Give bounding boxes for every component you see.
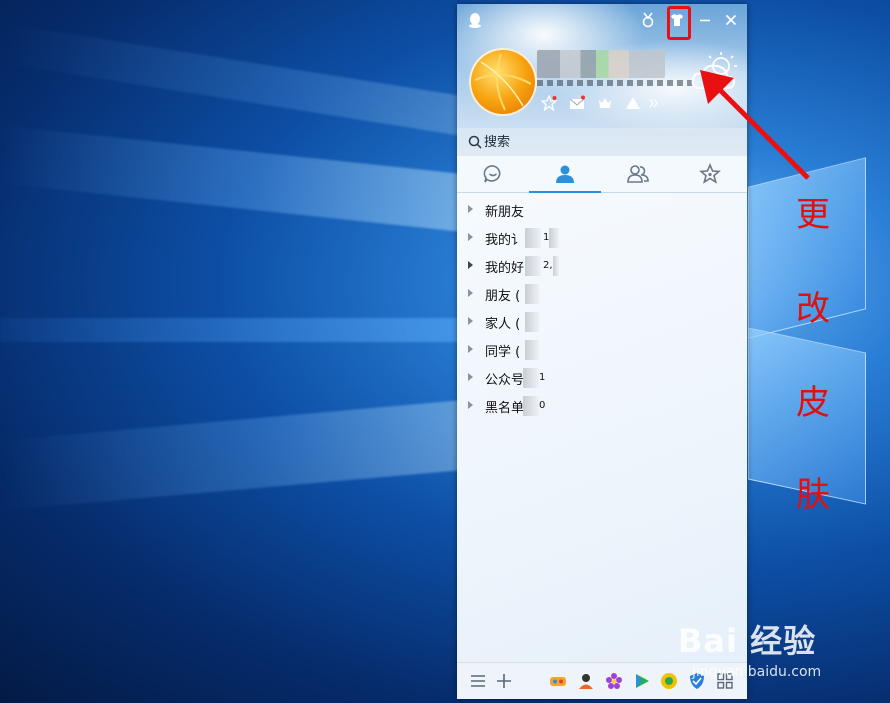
game-icon[interactable] [549,672,567,690]
group-label: 我的讠 [485,233,525,248]
baidu-jingyan-watermark: Bai 经验 jingyan.baidu.com [678,608,878,688]
expand-caret-icon [468,317,473,325]
skin-button-highlight-box [667,6,691,40]
basketball-icon [474,53,532,111]
group-row[interactable]: 公众号 1 [457,364,747,392]
blurred-text [525,284,539,304]
qq-penguin-icon[interactable] [468,12,482,28]
desktop-light-beam [0,125,470,233]
blurred-text [525,340,539,360]
qq-show-icon[interactable] [577,672,595,690]
group-row[interactable]: 同学 ( [457,336,747,364]
group-label: 黑名单 [485,401,525,416]
desktop-light-beam [0,22,470,138]
expand-caret-icon [468,289,473,297]
qzone-icon[interactable] [625,95,641,111]
watermark-url: jingyan.baidu.com [692,664,822,680]
tab-groups[interactable] [602,156,674,192]
expand-caret-icon [468,261,473,269]
group-label: 同学 ( [485,345,521,360]
title-bar [457,4,747,40]
search-icon [468,135,482,149]
avatar[interactable] [469,48,537,116]
group-row-new-friends[interactable]: 新朋友 [457,196,747,224]
annotation-char: 肤 [796,475,830,515]
annotation-char: 更 [796,195,830,235]
main-menu-icon[interactable] [469,672,487,690]
group-label: 公众号 [485,373,525,388]
add-icon[interactable] [495,672,513,690]
blurred-text [525,256,541,276]
minimize-icon[interactable] [697,12,713,28]
annotation-char: 皮 [796,383,830,423]
group-count: 1 [539,372,546,383]
flower-icon[interactable] [605,672,623,690]
group-row[interactable]: 我的好 2, [457,252,747,280]
expand-caret-icon [468,373,473,381]
group-row[interactable]: 朋友 ( [457,280,747,308]
annotation-char: 改 [796,289,830,329]
group-count: 2, [543,260,553,271]
desktop-light-beam [0,399,470,511]
group-label: 新朋友 [485,205,525,220]
desktop-light-beam [0,318,470,342]
blurred-text [523,396,539,416]
mail-icon[interactable] [569,95,585,111]
blurred-text [525,228,541,248]
blurred-text [553,256,559,276]
person-icon [556,165,574,183]
expand-caret-icon [468,205,473,213]
tab-messages[interactable] [457,156,529,192]
blurred-text [523,368,539,388]
expand-caret-icon [468,345,473,353]
group-row[interactable]: 我的讠 1 [457,224,747,252]
group-label: 家人 ( [485,317,521,332]
blurred-text [525,312,539,332]
group-row[interactable]: 家人 ( [457,308,747,336]
group-count: 0 [539,400,546,411]
blurred-text [549,228,559,248]
vip-crown-icon[interactable] [597,95,613,111]
group-label: 朋友 ( [485,289,521,304]
close-icon[interactable] [723,12,739,28]
more-chevron-icon[interactable] [649,95,659,111]
signature-blurred[interactable] [537,80,695,86]
expand-caret-icon [468,401,473,409]
contact-group-list: 新朋友 我的讠 1 我的好 2, 朋友 ( 家人 ( 同学 (公众号 1 黑名… [457,194,747,664]
group-label: 我的好 [485,261,525,276]
expand-caret-icon [468,233,473,241]
tab-contacts[interactable] [529,156,601,193]
medal-icon[interactable] [640,12,656,28]
video-play-icon[interactable] [633,672,651,690]
chat-bubble-icon [483,165,501,183]
music-icon[interactable] [660,672,678,690]
group-row[interactable]: 黑名单 0 [457,392,747,420]
star-status-icon[interactable] [541,95,557,111]
watermark-title: Bai 经验 [678,622,817,660]
group-icon [627,165,649,183]
nickname-blurred [537,50,665,78]
annotation-arrow [700,70,810,180]
